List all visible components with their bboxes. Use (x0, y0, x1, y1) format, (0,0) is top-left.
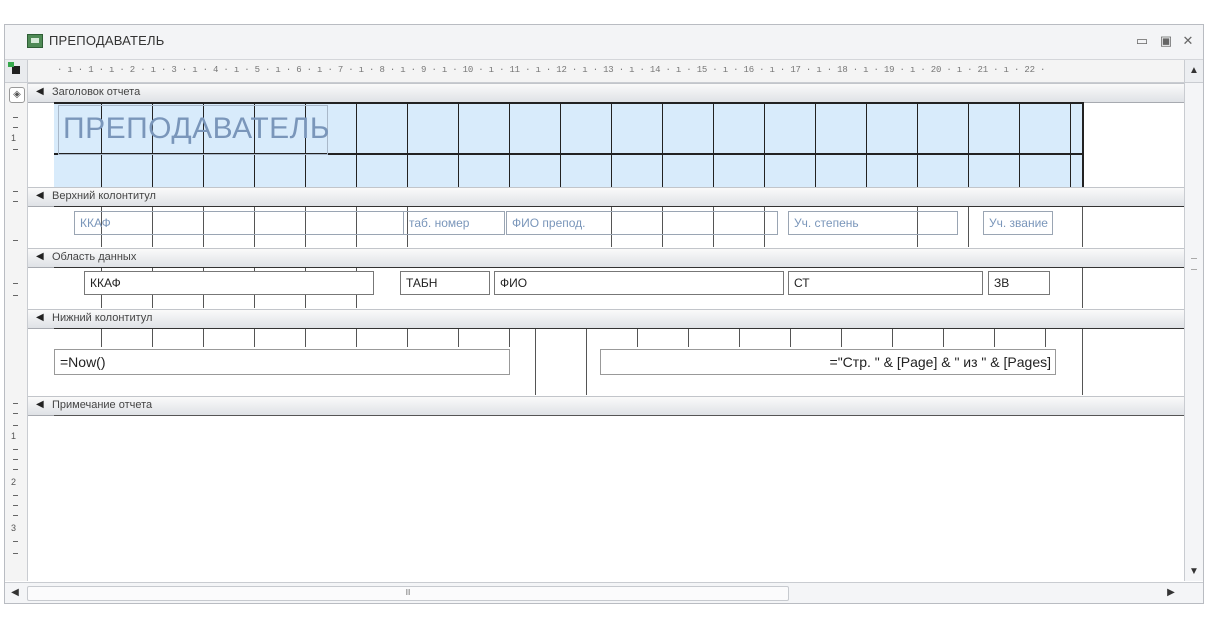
section-page-footer[interactable]: ◀ Нижний колонтитул (28, 309, 1185, 329)
scroll-grip-icon[interactable] (1191, 258, 1197, 270)
section-label: Область данных (52, 251, 137, 263)
report-title-label[interactable]: ПРЕПОДАВАТЕЛЬ (58, 105, 330, 155)
label-degree[interactable]: Уч. степень (788, 211, 958, 235)
horizontal-scrollbar[interactable]: ◀ Ⅲ ▶ (5, 582, 1203, 603)
scroll-up-icon[interactable]: ▲ (1184, 60, 1203, 82)
label-kkaf[interactable]: ККАФ (74, 211, 404, 235)
report-selector-icon (8, 62, 20, 74)
section-arrow-icon: ◀ (36, 190, 44, 201)
scroll-thumb[interactable]: Ⅲ (27, 586, 789, 601)
title-bar: ПРЕПОДАВАТЕЛЬ ▭ ▣ ✕ (5, 25, 1203, 60)
section-label: Нижний колонтитул (52, 312, 153, 324)
section-label: Заголовок отчета (52, 86, 141, 98)
field-kkaf[interactable]: ККАФ (84, 271, 374, 295)
section-page-header[interactable]: ◀ Верхний колонтитул (28, 187, 1185, 207)
section-selector-icon[interactable]: ◈ (9, 87, 25, 103)
field-tabn[interactable]: ТАБН (400, 271, 490, 295)
vruler-number: 1 (11, 133, 17, 143)
label-tab-number[interactable]: таб. номер (403, 211, 505, 235)
section-arrow-icon: ◀ (36, 86, 44, 97)
vruler-number: 1 (11, 431, 17, 441)
field-st[interactable]: СТ (788, 271, 983, 295)
section-label: Примечание отчета (52, 399, 153, 411)
vruler-number: 2 (11, 477, 17, 487)
field-pages[interactable]: ="Стр. " & [Page] & " из " & [Pages] (600, 349, 1056, 375)
label-fio[interactable]: ФИО препод. (506, 211, 778, 235)
section-arrow-icon: ◀ (36, 399, 44, 410)
minimize-icon[interactable]: ▭ (1131, 31, 1153, 51)
field-fio[interactable]: ФИО (494, 271, 784, 295)
vruler-number: 3 (11, 523, 17, 533)
field-zv[interactable]: ЗВ (988, 271, 1050, 295)
report-selector-corner[interactable] (5, 60, 28, 82)
scroll-down-icon[interactable]: ▼ (1185, 563, 1203, 581)
field-now[interactable]: =Now() (54, 349, 510, 375)
restore-icon[interactable]: ▣ (1155, 31, 1177, 51)
vertical-scrollbar[interactable]: ▼ (1184, 83, 1203, 581)
section-label: Верхний колонтитул (52, 190, 156, 202)
report-icon (27, 34, 43, 48)
label-rank[interactable]: Уч. звание (983, 211, 1053, 235)
section-arrow-icon: ◀ (36, 251, 44, 262)
section-detail[interactable]: ◀ Область данных (28, 248, 1185, 268)
section-report-header[interactable]: ◀ Заголовок отчета (28, 83, 1185, 103)
ruler-ticks: · ı · 1 · ı · 2 · ı · 3 · ı · 4 · ı · 5 … (57, 65, 1046, 75)
horizontal-ruler: · ı · 1 · ı · 2 · ı · 3 · ı · 4 · ı · 5 … (5, 60, 1203, 83)
section-report-footer[interactable]: ◀ Примечание отчета (28, 396, 1185, 416)
scroll-left-icon[interactable]: ◀ (7, 585, 23, 601)
report-design-window: ПРЕПОДАВАТЕЛЬ ▭ ▣ ✕ · ı · 1 · ı · 2 · ı … (4, 24, 1204, 604)
design-canvas[interactable]: ◀ Заголовок отчета ПРЕПОДАВАТЕЛЬ ◀ Верхн… (28, 83, 1185, 581)
window-title: ПРЕПОДАВАТЕЛЬ (49, 33, 165, 48)
scroll-right-icon[interactable]: ▶ (1163, 585, 1179, 601)
vertical-ruler: ◈ 1 1 2 3 (5, 83, 28, 581)
section-arrow-icon: ◀ (36, 312, 44, 323)
close-icon[interactable]: ✕ (1177, 31, 1199, 51)
report-footer-band[interactable] (54, 415, 1184, 582)
